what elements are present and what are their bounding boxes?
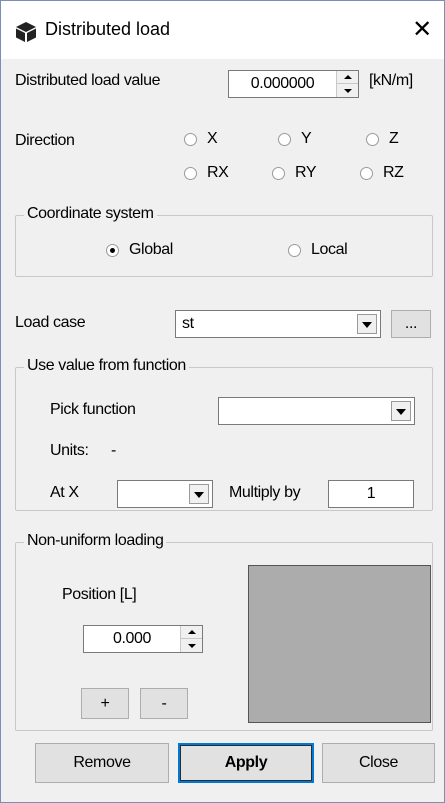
units-label: Units: <box>50 442 89 459</box>
multiply-by-label: Multiply by <box>229 484 301 501</box>
direction-z-radio[interactable]: Z <box>366 130 399 148</box>
radio-icon <box>366 132 379 146</box>
load-case-browse-button[interactable]: ... <box>391 310 431 338</box>
load-value-unit: [kN/m] <box>369 72 413 89</box>
radio-icon <box>184 132 197 146</box>
at-x-label: At X <box>50 484 79 501</box>
arrow-down-icon <box>343 88 352 93</box>
load-value-label: Distributed load value <box>15 72 161 89</box>
position-spinbox[interactable]: 0.000 <box>83 625 203 653</box>
add-position-button[interactable]: + <box>81 688 129 719</box>
close-icon[interactable]: ✕ <box>407 13 437 47</box>
spin-down-button[interactable] <box>181 639 202 652</box>
direction-x-radio[interactable]: X <box>184 130 218 148</box>
radio-icon <box>360 166 373 180</box>
title-bar: Distributed load ✕ <box>1 1 444 59</box>
coordinate-local-radio[interactable]: Local <box>288 241 348 259</box>
window-title: Distributed load <box>45 19 171 39</box>
dropdown-button[interactable] <box>357 314 377 334</box>
load-value-input[interactable]: 0.000000 <box>229 71 336 97</box>
load-value-spinbox[interactable]: 0.000000 <box>228 70 359 98</box>
radio-icon <box>278 132 291 146</box>
multiply-by-input[interactable]: 1 <box>328 480 414 508</box>
load-case-label: Load case <box>15 314 86 331</box>
load-value-spinner[interactable] <box>336 71 358 97</box>
remove-button[interactable]: Remove <box>35 743 169 783</box>
chevron-down-icon <box>194 492 204 498</box>
radio-selected-icon <box>106 243 119 257</box>
function-group-title: Use value from function <box>24 357 189 375</box>
at-x-select[interactable] <box>117 480 213 508</box>
radio-icon <box>184 166 197 180</box>
position-label: Position [L] <box>62 586 137 603</box>
units-value: - <box>111 442 116 459</box>
chevron-down-icon <box>362 322 372 328</box>
dropdown-button[interactable] <box>391 401 411 421</box>
load-case-select[interactable]: st <box>175 310 381 338</box>
radio-icon <box>288 243 301 257</box>
load-preview-panel <box>248 565 431 723</box>
distributed-load-dialog: Distributed load ✕ Distributed load valu… <box>0 0 445 803</box>
direction-ry-radio[interactable]: RY <box>272 164 317 182</box>
direction-y-radio[interactable]: Y <box>278 130 312 148</box>
coordinate-global-radio[interactable]: Global <box>106 241 173 259</box>
spin-down-button[interactable] <box>337 84 358 97</box>
direction-rz-radio[interactable]: RZ <box>360 164 404 182</box>
chevron-down-icon <box>396 409 406 415</box>
position-spinner[interactable] <box>180 626 202 652</box>
cube-icon <box>16 22 36 42</box>
radio-icon <box>272 166 285 180</box>
spin-up-button[interactable] <box>181 626 202 639</box>
dropdown-button[interactable] <box>189 484 209 504</box>
non-uniform-title: Non-uniform loading <box>24 532 167 550</box>
pick-function-select[interactable] <box>218 397 415 425</box>
arrow-up-icon <box>187 630 196 634</box>
direction-label: Direction <box>15 132 75 149</box>
position-input[interactable]: 0.000 <box>84 626 180 652</box>
spin-up-button[interactable] <box>337 71 358 84</box>
direction-rx-radio[interactable]: RX <box>184 164 229 182</box>
arrow-up-icon <box>343 75 352 79</box>
close-button[interactable]: Close <box>322 743 435 783</box>
coordinate-system-group: Coordinate system <box>15 205 433 277</box>
pick-function-label: Pick function <box>50 401 136 418</box>
apply-button[interactable]: Apply <box>178 743 314 783</box>
remove-position-button[interactable]: - <box>140 688 188 719</box>
coordinate-system-title: Coordinate system <box>24 205 157 223</box>
arrow-down-icon <box>187 643 196 648</box>
load-case-value: st <box>182 315 194 332</box>
